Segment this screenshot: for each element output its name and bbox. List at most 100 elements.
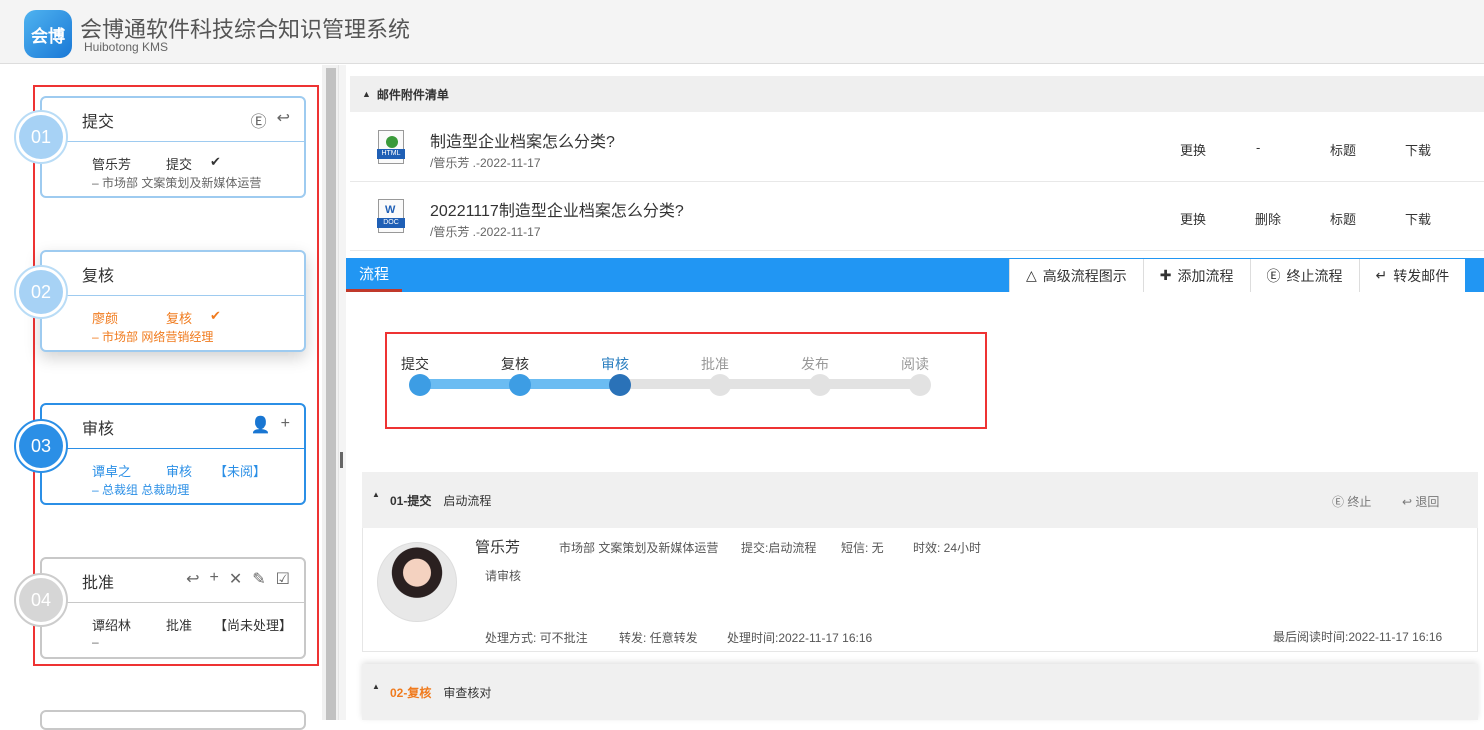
title-link[interactable]: 标题 bbox=[1330, 140, 1356, 159]
section-detail: 管乐芳 市场部 文案策划及新媒体运营 提交:启动流程 短信: 无 时效: 24小… bbox=[362, 528, 1478, 652]
delete-link: - bbox=[1256, 140, 1261, 155]
terminate-icon[interactable]: Ⓔ bbox=[251, 108, 267, 132]
forward-icon[interactable]: ↩ bbox=[186, 569, 199, 589]
forward-mail-button[interactable]: ↵ 转发邮件 bbox=[1358, 259, 1466, 292]
app-subtitle: Huibotong KMS bbox=[84, 40, 169, 54]
progress-dot[interactable] bbox=[909, 374, 931, 396]
step-card-audit[interactable]: 审核 👤 + 谭卓之 审核 【未阅】 – 总裁组 总裁助理 bbox=[40, 403, 306, 505]
status-badge: 【尚未处理】 bbox=[214, 618, 293, 633]
triangle-icon: △ bbox=[1026, 267, 1037, 283]
add-icon[interactable]: + bbox=[210, 569, 219, 589]
splitter-handle[interactable] bbox=[340, 452, 343, 468]
step-dept: – 市场部 文案策划及新媒体运营 bbox=[92, 176, 262, 190]
add-flow-button[interactable]: ✚ 添加流程 bbox=[1142, 259, 1250, 292]
last-read-time: 最后阅读时间:2022-11-17 16:16 bbox=[1273, 630, 1443, 644]
collapse-icon[interactable]: ▲ bbox=[372, 682, 380, 691]
submit-info: 提交:启动流程 bbox=[741, 541, 817, 555]
progress-label: 复核 bbox=[501, 356, 529, 372]
attachment-row: HTML 制造型企业档案怎么分类? /管乐芳 .-2022-11-17 更换 -… bbox=[350, 114, 1484, 182]
progress-label: 发布 bbox=[801, 356, 829, 372]
replace-link[interactable]: 更换 bbox=[1180, 209, 1206, 228]
step-action: 提交 bbox=[166, 157, 193, 172]
section-title: 01-提交 bbox=[390, 493, 432, 508]
progress-label: 阅读 bbox=[901, 356, 929, 372]
step-number-badge: 02 bbox=[14, 265, 68, 319]
progress-label: 提交 bbox=[401, 356, 429, 372]
progress-label: 批准 bbox=[701, 356, 729, 372]
attachment-title: 邮件附件清单 bbox=[376, 87, 449, 102]
file-title[interactable]: 20221117制造型企业档案怎么分类? bbox=[430, 197, 684, 221]
download-link[interactable]: 下载 bbox=[1405, 140, 1431, 159]
stop-link[interactable]: Ⓔ 终止 bbox=[1332, 493, 1371, 510]
doc-file-icon: W DOC bbox=[377, 199, 405, 233]
step-card-submit[interactable]: 提交 Ⓔ ↩ 管乐芳 提交 ✔ – 市场部 文案策划及新媒体运营 bbox=[40, 96, 306, 198]
attachment-header[interactable]: ▲ 邮件附件清单 bbox=[350, 76, 1484, 112]
progress-dot-current[interactable] bbox=[609, 374, 631, 396]
step-title: 复核 bbox=[42, 252, 304, 296]
user-icon[interactable]: 👤 bbox=[251, 415, 271, 435]
progress-dot[interactable] bbox=[409, 374, 431, 396]
step-action: 批准 bbox=[166, 618, 193, 633]
step-number-badge: 04 bbox=[14, 573, 68, 627]
flow-progress: 提交 复核 审核 批准 发布 阅读 bbox=[385, 332, 987, 429]
step-person: 谭卓之 bbox=[92, 464, 132, 479]
forward-icon: ↵ bbox=[1375, 267, 1388, 283]
section-header-submit[interactable]: ▲ 01-提交 启动流程 Ⓔ 终止 ↩ 退回 bbox=[362, 472, 1478, 528]
step-number-badge: 01 bbox=[14, 110, 68, 164]
section-header-review[interactable]: ▲ 02-复核 审查核对 bbox=[362, 664, 1478, 720]
comment-text: 请审核 bbox=[485, 569, 522, 583]
title-link[interactable]: 标题 bbox=[1330, 209, 1356, 228]
step-dept: – bbox=[92, 635, 99, 649]
step-action: 复核 bbox=[166, 311, 193, 326]
person-name: 管乐芳 bbox=[475, 539, 521, 556]
return-icon[interactable]: ↩ bbox=[277, 108, 290, 132]
delete-link[interactable]: 删除 bbox=[1255, 209, 1281, 228]
html-file-icon: HTML bbox=[377, 130, 405, 164]
step-person: 廖颜 bbox=[92, 311, 119, 326]
checklist-icon[interactable]: ☑ bbox=[276, 569, 290, 589]
step-action: 审核 bbox=[166, 464, 193, 479]
step-card-next[interactable] bbox=[40, 710, 306, 730]
status-badge: 【未阅】 bbox=[214, 464, 267, 479]
progress-dot[interactable] bbox=[709, 374, 731, 396]
file-title[interactable]: 制造型企业档案怎么分类? bbox=[430, 128, 615, 152]
check-icon: ✔ bbox=[210, 308, 221, 323]
collapse-icon[interactable]: ▲ bbox=[362, 89, 371, 99]
step-dept: – 总裁组 总裁助理 bbox=[92, 483, 190, 497]
tab-flow[interactable]: 流程 bbox=[346, 258, 402, 292]
attachment-row: W DOC 20221117制造型企业档案怎么分类? /管乐芳 .-2022-1… bbox=[350, 183, 1484, 251]
section-title: 02-复核 bbox=[390, 685, 432, 700]
terminate-flow-button[interactable]: Ⓔ 终止流程 bbox=[1249, 259, 1359, 292]
file-meta: /管乐芳 .-2022-11-17 bbox=[430, 225, 541, 239]
section-subtitle: 审查核对 bbox=[443, 685, 492, 700]
avatar bbox=[377, 542, 457, 622]
timeliness-info: 时效: 24小时 bbox=[913, 541, 982, 555]
terminate-icon: Ⓔ bbox=[1266, 267, 1281, 284]
back-link[interactable]: ↩ 退回 bbox=[1402, 493, 1439, 510]
progress-dot[interactable] bbox=[509, 374, 531, 396]
advanced-flow-button[interactable]: △ 高级流程图示 bbox=[1009, 259, 1143, 292]
progress-dot[interactable] bbox=[809, 374, 831, 396]
file-meta: /管乐芳 .-2022-11-17 bbox=[430, 156, 541, 170]
app-header: 会博 会博通软件科技综合知识管理系统 Huibotong KMS bbox=[0, 0, 1484, 64]
progress-label: 审核 bbox=[601, 356, 629, 372]
flow-actions: △ 高级流程图示 ✚ 添加流程 Ⓔ 终止流程 ↵ 转发邮件 bbox=[1009, 259, 1466, 292]
add-icon[interactable]: + bbox=[281, 415, 290, 435]
close-icon[interactable]: ✕ bbox=[229, 569, 242, 589]
step-number-badge: 03 bbox=[14, 419, 68, 473]
step-person: 谭绍林 bbox=[92, 618, 132, 633]
forward-info: 转发: 任意转发 bbox=[619, 631, 698, 645]
replace-link[interactable]: 更换 bbox=[1180, 140, 1206, 159]
app-logo: 会博 bbox=[24, 10, 72, 58]
pane-splitter[interactable] bbox=[338, 65, 346, 720]
scrollbar-thumb[interactable] bbox=[326, 68, 336, 720]
step-person: 管乐芳 bbox=[92, 157, 132, 172]
person-dept: 市场部 文案策划及新媒体运营 bbox=[559, 541, 719, 555]
check-icon: ✔ bbox=[210, 154, 221, 169]
download-link[interactable]: 下载 bbox=[1405, 209, 1431, 228]
step-card-approve[interactable]: 批准 ↩ + ✕ ✎ ☑ 谭绍林 批准 【尚未处理】 – bbox=[40, 557, 306, 659]
edit-icon[interactable]: ✎ bbox=[252, 569, 265, 589]
collapse-icon[interactable]: ▲ bbox=[372, 490, 380, 499]
step-card-review[interactable]: 复核 廖颜 复核 ✔ – 市场部 网络营销经理 bbox=[40, 250, 306, 352]
handled-time: 处理时间:2022-11-17 16:16 bbox=[727, 631, 873, 645]
